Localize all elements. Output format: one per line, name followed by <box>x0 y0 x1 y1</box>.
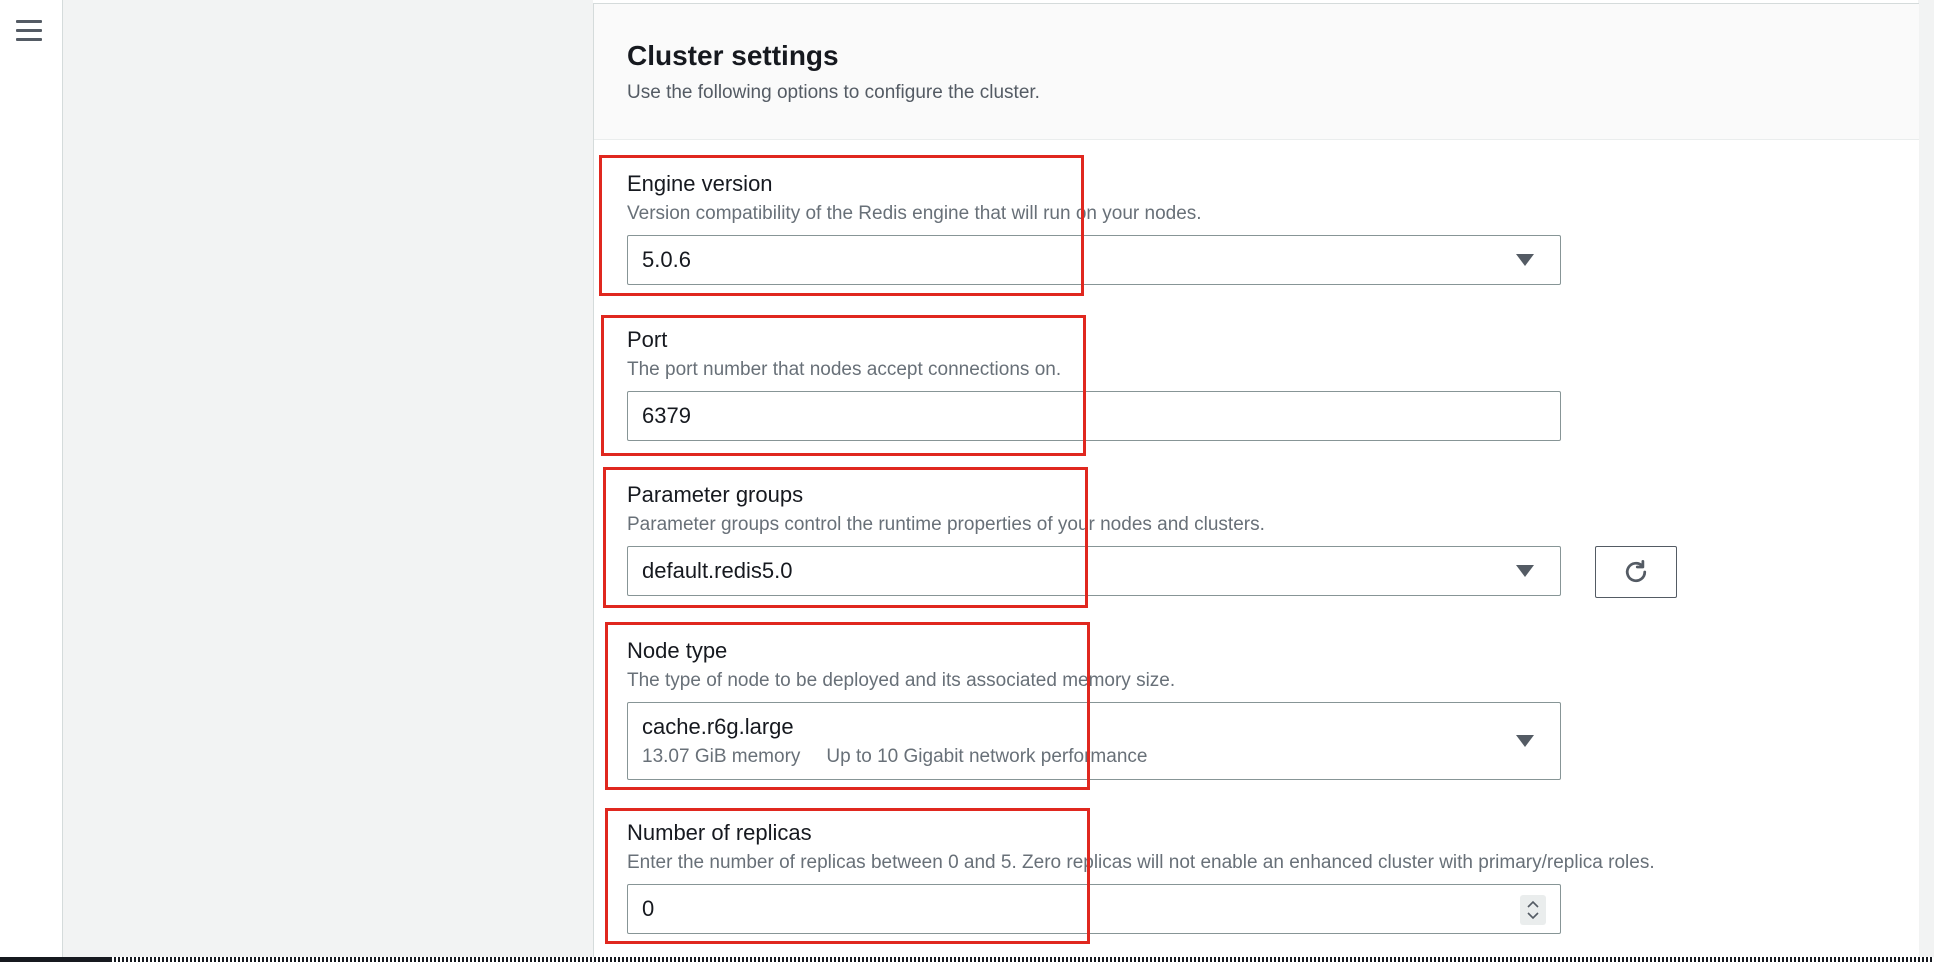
port-field: Port The port number that nodes accept c… <box>627 327 1561 441</box>
parameter-groups-description: Parameter groups control the runtime pro… <box>627 514 1265 535</box>
refresh-button[interactable] <box>1595 546 1677 598</box>
node-type-select[interactable]: cache.r6g.large 13.07 GiB memory Up to 10… <box>627 702 1561 780</box>
page-title: Cluster settings <box>627 40 839 71</box>
replicas-description: Enter the number of replicas between 0 a… <box>627 852 1655 873</box>
stepper-icon[interactable] <box>1520 895 1546 925</box>
node-type-field: Node type The type of node to be deploye… <box>627 638 1561 780</box>
right-gutter <box>1918 0 1934 962</box>
replicas-label: Number of replicas <box>627 820 812 845</box>
menu-icon[interactable] <box>16 20 42 44</box>
port-description: The port number that nodes accept connec… <box>627 359 1062 380</box>
node-type-memory: 13.07 GiB memory <box>642 746 801 767</box>
node-type-value: cache.r6g.large <box>642 714 794 739</box>
node-type-network: Up to 10 Gigabit network performance <box>826 746 1148 767</box>
caret-down-icon <box>1516 735 1534 747</box>
engine-version-select[interactable]: 5.0.6 <box>627 235 1561 285</box>
parameter-groups-value: default.redis5.0 <box>642 558 793 583</box>
port-label: Port <box>627 327 668 352</box>
caret-down-icon <box>1516 565 1534 577</box>
node-type-description: The type of node to be deployed and its … <box>627 670 1176 691</box>
engine-version-field: Engine version Version compatibility of … <box>627 171 1561 285</box>
side-nav-rail <box>0 0 63 962</box>
panel-header: Cluster settings Use the following optio… <box>594 4 1919 140</box>
parameter-groups-select[interactable]: default.redis5.0 <box>627 546 1561 596</box>
cluster-settings-panel: Cluster settings Use the following optio… <box>593 3 1919 963</box>
refresh-icon <box>1625 560 1647 583</box>
replicas-value: 0 <box>642 896 655 921</box>
port-input[interactable]: 6379 <box>627 391 1561 441</box>
parameter-groups-label: Parameter groups <box>627 482 804 507</box>
node-type-label: Node type <box>627 638 728 663</box>
panel-description: Use the following options to configure t… <box>627 82 1040 103</box>
left-gutter <box>63 0 593 962</box>
bottom-edge <box>0 957 1934 962</box>
parameter-groups-field: Parameter groups Parameter groups contro… <box>627 482 1561 596</box>
caret-down-icon <box>1516 254 1534 266</box>
node-type-details: 13.07 GiB memory Up to 10 Gigabit network… <box>642 746 1147 768</box>
replicas-input[interactable]: 0 <box>627 884 1561 934</box>
port-value: 6379 <box>642 403 691 428</box>
engine-version-label: Engine version <box>627 171 773 196</box>
engine-version-value: 5.0.6 <box>642 247 691 272</box>
engine-version-description: Version compatibility of the Redis engin… <box>627 203 1202 224</box>
replicas-field: Number of replicas Enter the number of r… <box>627 820 1655 934</box>
